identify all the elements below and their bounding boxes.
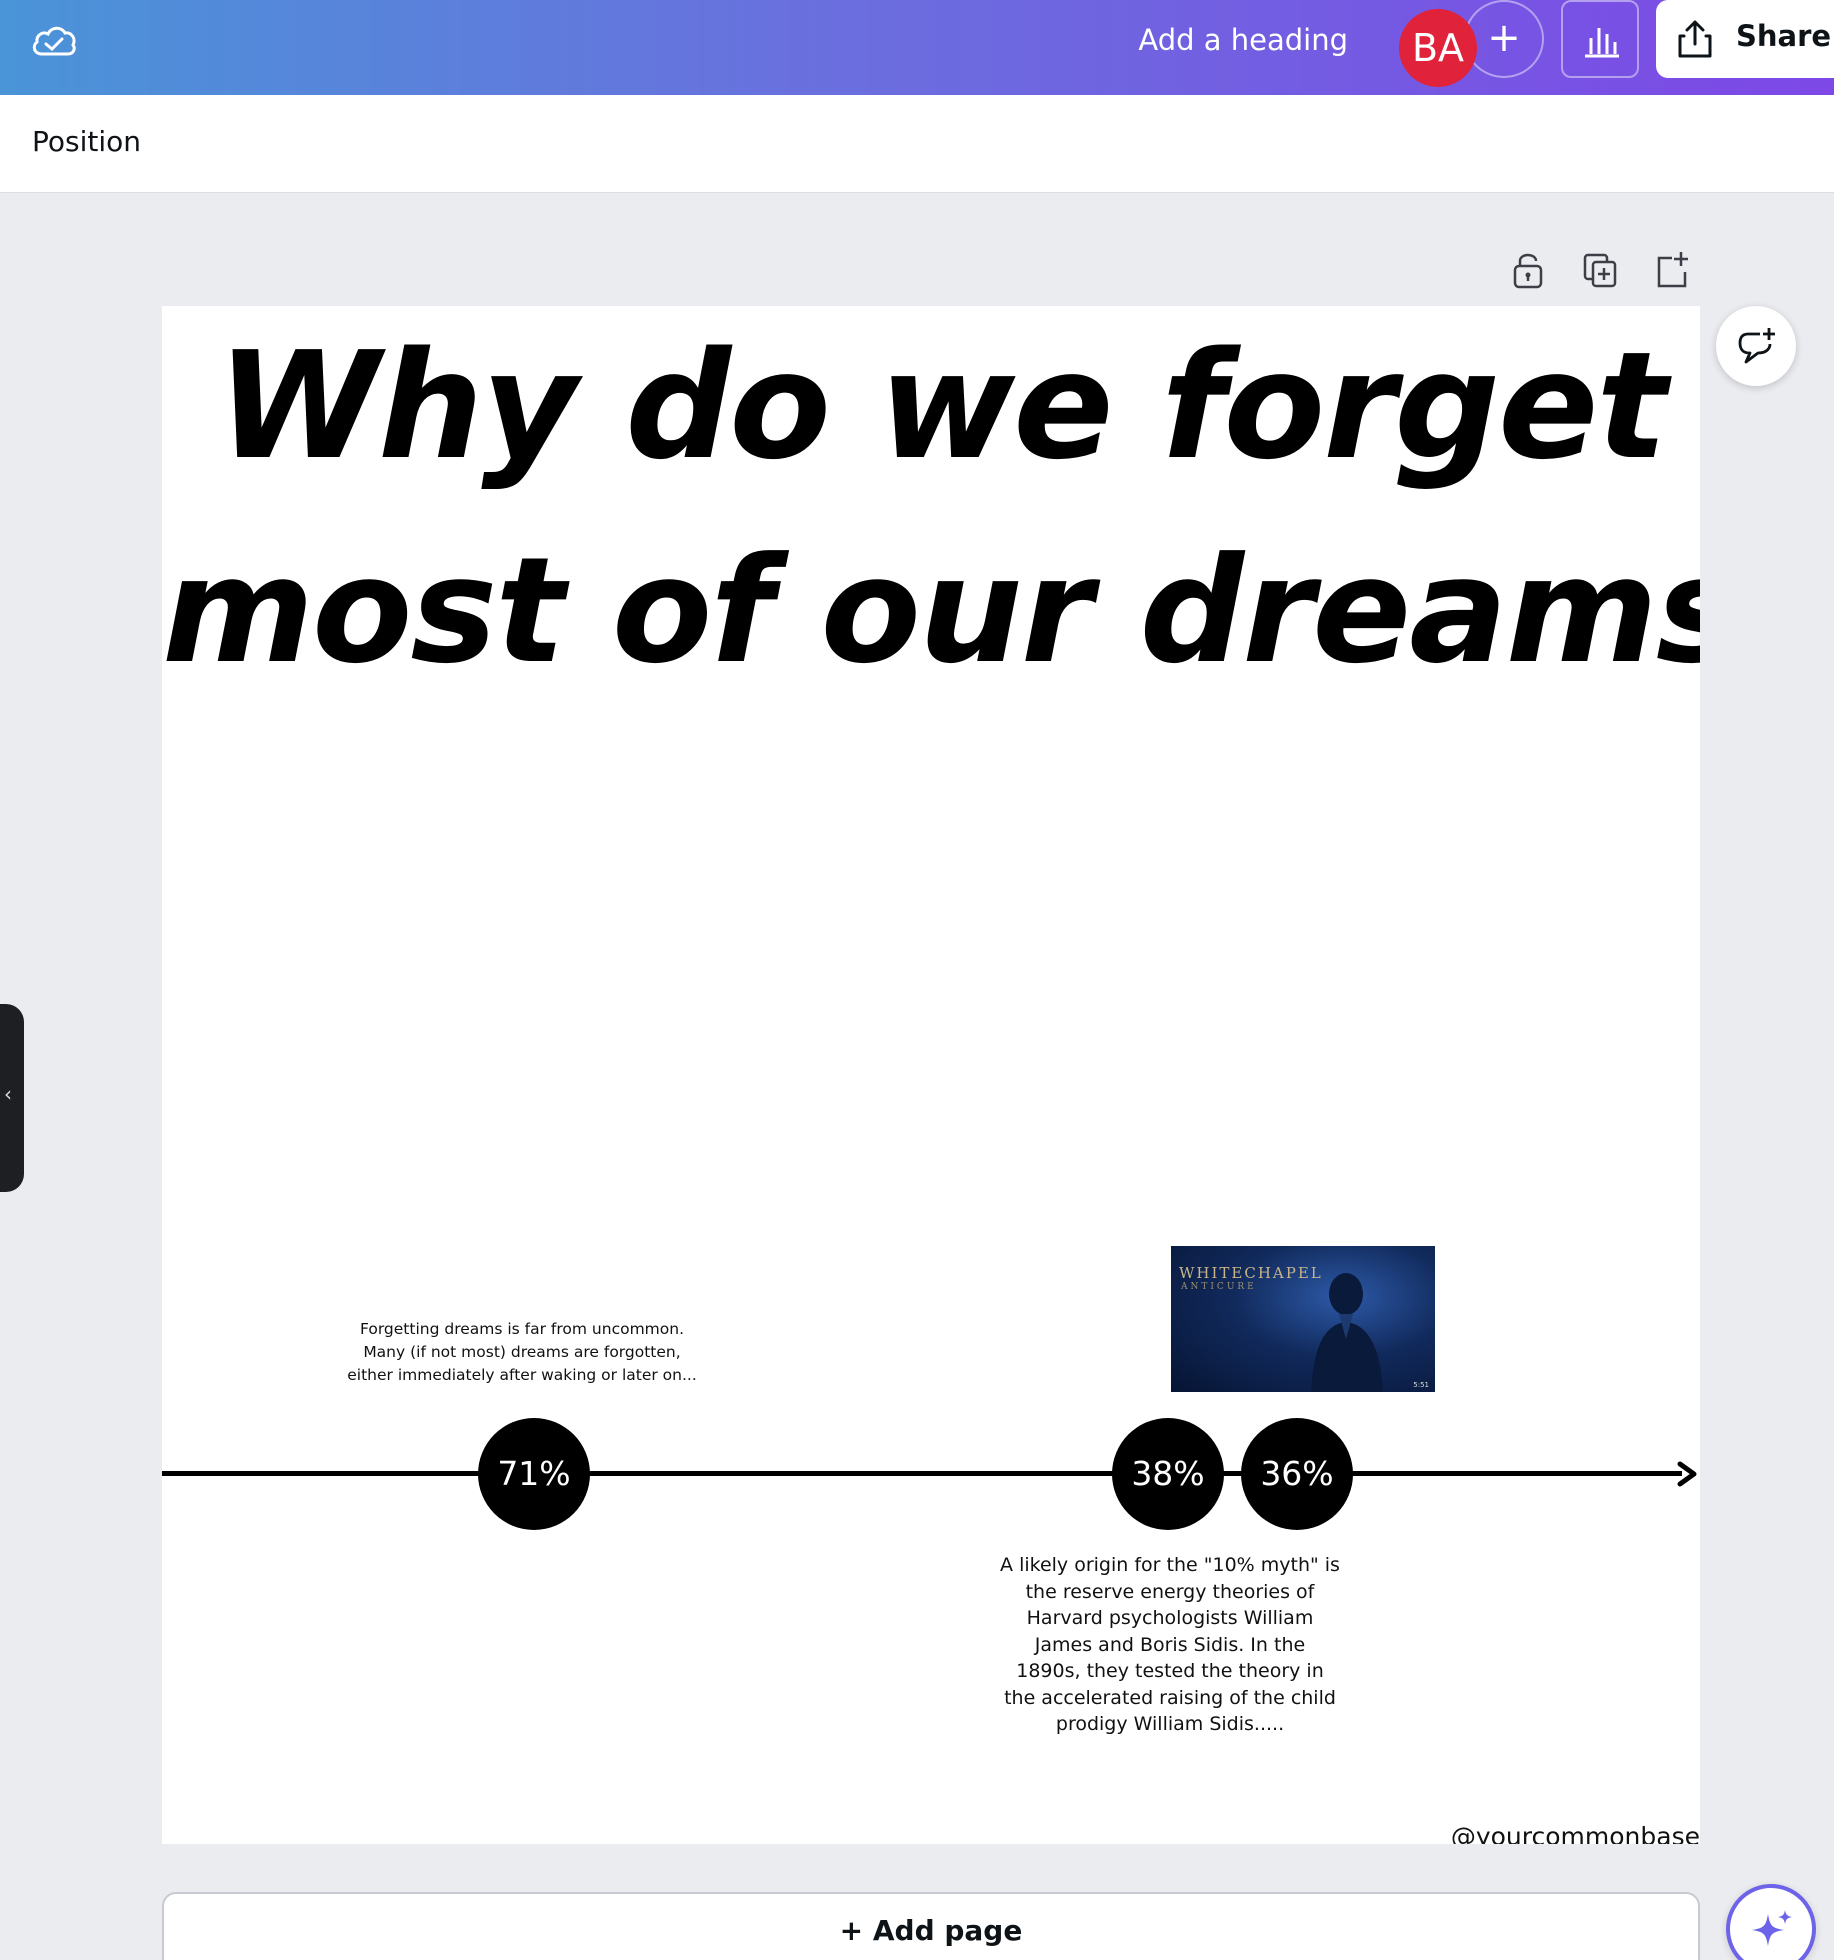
share-upload-icon xyxy=(1678,20,1712,58)
stat-bubble-38[interactable]: 38% xyxy=(1112,1418,1224,1530)
author-handle[interactable]: @yourcommonbase xyxy=(1451,1822,1700,1844)
magic-assistant-button[interactable] xyxy=(1726,1884,1816,1960)
sparkle-icon xyxy=(1752,1910,1792,1946)
video-duration: 5:51 xyxy=(1413,1381,1429,1389)
unlock-button[interactable] xyxy=(1510,250,1546,290)
position-button[interactable]: Position xyxy=(32,125,141,158)
stat-bubble-71[interactable]: 71% xyxy=(478,1418,590,1530)
cloud-saved-icon[interactable] xyxy=(28,16,80,68)
side-panel-toggle[interactable]: ‹ xyxy=(0,1004,24,1192)
add-page-label: + Add page xyxy=(839,1914,1023,1947)
note-ten-percent-myth[interactable]: A likely origin for the "10% myth" is th… xyxy=(1000,1552,1340,1738)
context-toolbar: Position xyxy=(0,95,1834,193)
design-title[interactable]: Add a heading xyxy=(1138,20,1348,60)
top-bar: Add a heading + BA Share xyxy=(0,0,1834,95)
chevron-left-icon: ‹ xyxy=(4,1082,12,1106)
comment-plus-icon xyxy=(1738,328,1775,364)
title-line-2[interactable]: most of our dreams? xyxy=(162,538,1700,684)
add-page-top-button[interactable] xyxy=(1654,250,1690,290)
add-page-button[interactable]: + Add page xyxy=(162,1892,1700,1960)
insights-button[interactable] xyxy=(1561,0,1639,78)
stat-bubble-36[interactable]: 36% xyxy=(1241,1418,1353,1530)
timeline-arrowhead xyxy=(1677,1461,1697,1487)
note-forgetting-dreams[interactable]: Forgetting dreams is far from uncommon. … xyxy=(342,1318,702,1387)
duplicate-page-icon xyxy=(1583,253,1617,288)
share-label: Share xyxy=(1736,19,1832,53)
add-page-icon xyxy=(1657,252,1688,288)
timeline-line[interactable] xyxy=(162,1471,1682,1476)
avatar[interactable]: BA xyxy=(1399,9,1477,87)
share-button[interactable]: Share xyxy=(1656,0,1834,78)
video-figure-silhouette xyxy=(1311,1273,1383,1392)
unlock-icon xyxy=(1513,253,1543,289)
design-page[interactable]: Why do we forget most of our dreams? For… xyxy=(162,306,1700,1844)
duplicate-page-button[interactable] xyxy=(1582,250,1618,290)
title-line-1[interactable]: Why do we forget xyxy=(172,332,1700,480)
add-comment-button[interactable] xyxy=(1716,306,1796,386)
video-song-name: ANTICURE xyxy=(1181,1282,1257,1292)
bar-chart-icon xyxy=(1585,28,1619,58)
video-thumbnail[interactable]: WHITECHAPEL ANTICURE 5:51 xyxy=(1171,1246,1435,1392)
